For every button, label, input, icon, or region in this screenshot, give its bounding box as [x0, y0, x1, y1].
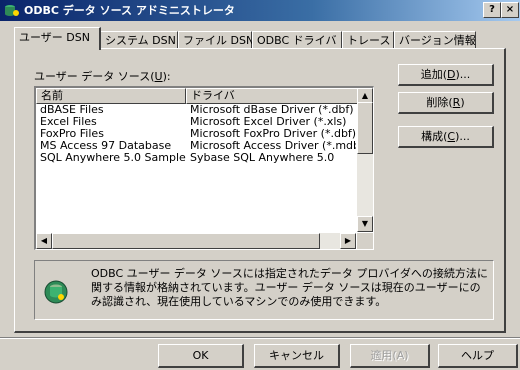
scroll-left-arrow-icon[interactable]: ◀	[36, 233, 52, 249]
odbc-info-icon	[44, 280, 68, 304]
dsn-name: SQL Anywhere 5.0 Sample	[40, 152, 186, 164]
list-item[interactable]: FoxPro Files Microsoft FoxPro Driver (*.…	[36, 128, 356, 140]
info-box: ODBC ユーザー データ ソースには指定されたデータ プロバイダへの接続方法に…	[34, 260, 494, 320]
data-source-list[interactable]: 名前 ドライバ dBASE Files Microsoft dBase Driv…	[34, 86, 374, 250]
dsn-driver: Sybase SQL Anywhere 5.0	[190, 152, 335, 164]
dsn-driver: Microsoft dBase Driver (*.dbf)	[190, 104, 354, 116]
vertical-scrollbar[interactable]: ▲ ▼	[357, 88, 373, 232]
ok-button[interactable]: OK	[158, 344, 244, 368]
list-item[interactable]: MS Access 97 Database Microsoft Access D…	[36, 140, 356, 152]
remove-button[interactable]: 削除(R)	[398, 92, 494, 114]
horizontal-scrollbar[interactable]: ◀ ▶	[36, 233, 356, 249]
dsn-driver: Microsoft Access Driver (*.mdb)	[190, 140, 356, 152]
list-item[interactable]: SQL Anywhere 5.0 Sample Sybase SQL Anywh…	[36, 152, 356, 164]
configure-button[interactable]: 構成(C)...	[398, 126, 494, 148]
column-header-name[interactable]: 名前	[36, 88, 186, 104]
scroll-right-arrow-icon[interactable]: ▶	[340, 233, 356, 249]
dsn-driver: Microsoft Excel Driver (*.xls)	[190, 116, 347, 128]
list-item[interactable]: Excel Files Microsoft Excel Driver (*.xl…	[36, 116, 356, 128]
odbc-app-icon	[5, 5, 19, 16]
help-title-button[interactable]: ?	[483, 2, 501, 18]
tab-system-dsn[interactable]: システム DSN	[100, 31, 178, 49]
vertical-scroll-thumb[interactable]	[357, 102, 373, 154]
tab-odbc-drivers[interactable]: ODBC ドライバ	[252, 31, 342, 49]
column-header-driver[interactable]: ドライバ	[186, 88, 360, 104]
dsn-name: dBASE Files	[40, 104, 104, 116]
info-description: ODBC ユーザー データ ソースには指定されたデータ プロバイダへの接続方法に…	[91, 267, 488, 308]
tab-tracing[interactable]: トレース	[342, 31, 394, 49]
list-item[interactable]: dBASE Files Microsoft dBase Driver (*.db…	[36, 104, 356, 116]
tab-version-info[interactable]: バージョン情報	[394, 31, 476, 49]
footer-separator	[0, 337, 520, 339]
title-bar[interactable]: ODBC データ ソース アドミニストレータ ? ×	[0, 0, 520, 21]
scroll-down-arrow-icon[interactable]: ▼	[357, 216, 373, 232]
cancel-button[interactable]: キャンセル	[254, 344, 340, 368]
dsn-driver: Microsoft FoxPro Driver (*.dbf)	[190, 128, 356, 140]
window-title: ODBC データ ソース アドミニストレータ	[24, 4, 235, 17]
close-title-button[interactable]: ×	[501, 2, 519, 18]
apply-button[interactable]: 適用(A)	[350, 344, 430, 368]
list-header: 名前 ドライバ	[36, 88, 360, 104]
tab-user-dsn[interactable]: ユーザー DSN	[14, 27, 101, 50]
user-data-sources-label: ユーザー データ ソース(U):	[34, 70, 171, 83]
dsn-name: FoxPro Files	[40, 128, 104, 140]
dsn-name: Excel Files	[40, 116, 97, 128]
help-button[interactable]: ヘルプ	[438, 344, 518, 368]
tab-file-dsn[interactable]: ファイル DSN	[178, 31, 254, 49]
dsn-name: MS Access 97 Database	[40, 140, 172, 152]
scroll-corner	[357, 233, 373, 249]
horizontal-scroll-thumb[interactable]	[52, 233, 320, 249]
add-button[interactable]: 追加(D)...	[398, 64, 494, 86]
